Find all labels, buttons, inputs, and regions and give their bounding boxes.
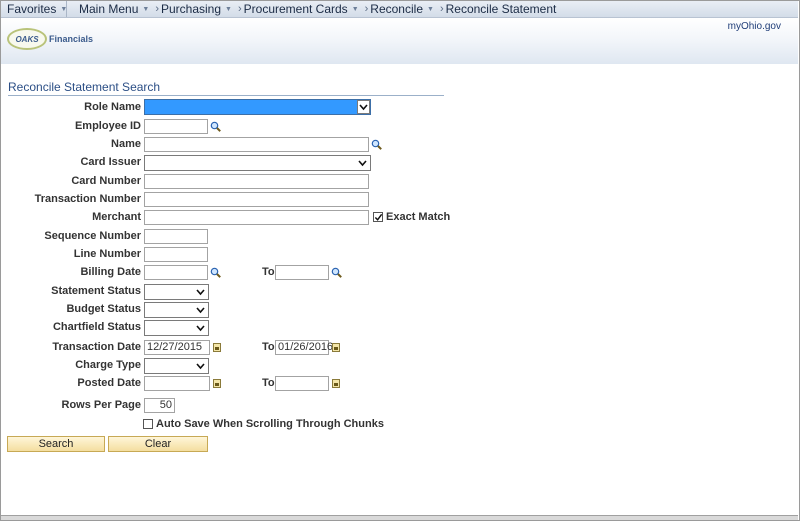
bottom-scroll-strip xyxy=(1,515,798,520)
statement-status-label: Statement Status xyxy=(51,285,141,297)
page-title: Reconcile Statement Search xyxy=(8,80,444,96)
calendar-icon[interactable] xyxy=(332,343,340,352)
chevron-down-icon: ▼ xyxy=(427,5,434,13)
line-number-input[interactable] xyxy=(144,247,208,262)
billing-date-label: Billing Date xyxy=(80,266,141,278)
billing-date-to-input[interactable] xyxy=(275,265,329,280)
transaction-date-to-label: To xyxy=(262,341,275,353)
charge-type-label: Charge Type xyxy=(75,359,141,371)
chevron-down-icon xyxy=(358,160,367,167)
main-menu[interactable]: Main Menu ▼ xyxy=(67,2,149,16)
top-nav-bar: Favorites ▼ Main Menu ▼ › Purchasing ▼ ›… xyxy=(1,1,798,18)
transaction-number-label: Transaction Number xyxy=(34,193,141,205)
breadcrumb-purchasing[interactable]: Purchasing ▼ xyxy=(161,2,232,16)
card-issuer-select[interactable] xyxy=(144,155,371,171)
merchant-input[interactable] xyxy=(144,210,369,225)
card-issuer-label: Card Issuer xyxy=(80,156,141,168)
chevron-down-icon: ▼ xyxy=(351,5,359,13)
auto-save-label: Auto Save When Scrolling Through Chunks xyxy=(156,418,384,430)
rows-per-page-input[interactable]: 50 xyxy=(144,398,175,413)
auto-save-checkbox[interactable] xyxy=(143,419,153,429)
checkmark-icon xyxy=(374,213,383,221)
posted-date-label: Posted Date xyxy=(77,377,141,389)
breadcrumb-separator-icon: › xyxy=(364,3,369,15)
line-number-label: Line Number xyxy=(73,248,141,260)
transaction-date-label: Transaction Date xyxy=(52,341,141,353)
breadcrumb-separator-icon: › xyxy=(155,3,159,15)
employee-id-input[interactable] xyxy=(144,119,208,134)
card-number-input[interactable] xyxy=(144,174,369,189)
merchant-label: Merchant xyxy=(92,211,141,223)
chevron-down-icon xyxy=(196,307,205,314)
exact-match-checkbox[interactable] xyxy=(373,212,383,222)
chevron-down-icon xyxy=(196,289,205,296)
exact-match-label: Exact Match xyxy=(386,211,451,223)
breadcrumb-label: Reconcile xyxy=(370,2,423,16)
clear-button[interactable]: Clear xyxy=(108,436,208,452)
statement-status-select[interactable] xyxy=(144,284,209,300)
chartfield-status-select[interactable] xyxy=(144,320,209,336)
sequence-number-input[interactable] xyxy=(144,229,208,244)
employee-id-label: Employee ID xyxy=(74,120,141,132)
chevron-down-icon: ▼ xyxy=(142,5,150,13)
calendar-icon[interactable] xyxy=(213,379,221,388)
transaction-number-input[interactable] xyxy=(144,192,369,207)
chartfield-status-label: Chartfield Status xyxy=(52,321,141,333)
chevron-down-icon xyxy=(196,325,205,332)
budget-status-label: Budget Status xyxy=(66,303,141,315)
lookup-icon[interactable] xyxy=(210,121,221,132)
transaction-date-from-input[interactable]: 12/27/2015 xyxy=(144,340,210,355)
breadcrumb-separator-icon: › xyxy=(237,3,242,15)
header-banner: OAKS Financials myOhio.gov xyxy=(1,18,798,64)
main-menu-label: Main Menu xyxy=(79,2,139,16)
name-input[interactable] xyxy=(144,137,369,152)
oaks-logo-subtitle: Financials xyxy=(49,34,94,44)
billing-date-from-input[interactable] xyxy=(144,265,208,280)
oaks-logo: OAKS Financials xyxy=(7,28,93,50)
breadcrumb-procurement-cards[interactable]: Procurement Cards ▼ xyxy=(244,2,359,16)
rows-per-page-label: Rows Per Page xyxy=(61,399,141,411)
favorites-label: Favorites xyxy=(7,2,57,16)
role-name-label: Role Name xyxy=(84,101,141,113)
transaction-date-to-input[interactable]: 01/26/2016 xyxy=(275,340,333,355)
card-number-label: Card Number xyxy=(71,175,141,187)
breadcrumb-label: Purchasing xyxy=(160,2,222,16)
lookup-icon[interactable] xyxy=(210,267,221,278)
role-name-select[interactable] xyxy=(144,99,371,115)
calendar-icon[interactable] xyxy=(332,379,340,388)
breadcrumb-label: Procurement Cards xyxy=(243,2,348,16)
oaks-logo-oval: OAKS xyxy=(7,28,47,50)
chevron-down-icon xyxy=(196,363,205,370)
sequence-number-label: Sequence Number xyxy=(44,230,141,242)
posted-date-to-label: To xyxy=(262,377,275,389)
posted-date-from-input[interactable] xyxy=(144,376,210,391)
lookup-icon[interactable] xyxy=(331,267,342,278)
favorites-menu[interactable]: Favorites ▼ xyxy=(1,1,67,17)
name-label: Name xyxy=(111,138,141,150)
myohio-link[interactable]: myOhio.gov xyxy=(728,21,781,32)
breadcrumb-reconcile-statement[interactable]: Reconcile Statement xyxy=(446,2,557,16)
billing-date-to-label: To xyxy=(262,266,275,278)
charge-type-select[interactable] xyxy=(144,358,209,374)
chevron-down-icon: ▼ xyxy=(225,5,232,13)
chevron-down-icon xyxy=(357,100,370,114)
posted-date-to-input[interactable] xyxy=(275,376,329,391)
breadcrumb-label: Reconcile Statement xyxy=(445,2,557,16)
calendar-icon[interactable] xyxy=(213,343,221,352)
breadcrumb-reconcile[interactable]: Reconcile ▼ xyxy=(370,2,434,16)
lookup-icon[interactable] xyxy=(371,139,382,150)
breadcrumb-separator-icon: › xyxy=(439,3,444,15)
search-button[interactable]: Search xyxy=(7,436,105,452)
budget-status-select[interactable] xyxy=(144,302,209,318)
